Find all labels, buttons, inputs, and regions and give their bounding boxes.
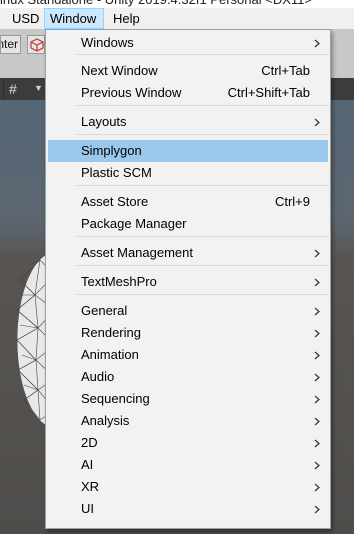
- menu-item-rendering[interactable]: Rendering: [48, 322, 328, 344]
- menu-item-asset-management[interactable]: Asset Management: [48, 242, 328, 264]
- menu-item-label: Previous Window: [81, 85, 182, 100]
- chevron-right-icon: [314, 278, 320, 287]
- menu-window[interactable]: Window: [44, 8, 104, 29]
- menu-item-label: TextMeshPro: [81, 274, 157, 289]
- grid-snap-icon[interactable]: #: [9, 81, 17, 97]
- menu-item-ai[interactable]: AI: [48, 454, 328, 476]
- window-title: inux Standalone - Unity 2019.4.32f1 Pers…: [0, 0, 312, 8]
- menu-item-label: Rendering: [81, 325, 141, 340]
- chevron-right-icon: [314, 351, 320, 360]
- menu-separator: [77, 185, 329, 186]
- menu-item-label: Simplygon: [81, 143, 142, 158]
- menu-item-sequencing[interactable]: Sequencing: [48, 388, 328, 410]
- menu-item-label: Audio: [81, 369, 115, 384]
- menu-item-windows[interactable]: Windows: [48, 32, 328, 54]
- menu-item-ui[interactable]: UI: [48, 498, 328, 520]
- chevron-right-icon: [314, 118, 320, 127]
- window-title-bar: inux Standalone - Unity 2019.4.32f1 Pers…: [0, 0, 354, 8]
- chevron-down-icon[interactable]: ▼: [34, 83, 43, 93]
- menu-separator: [77, 294, 329, 295]
- chevron-right-icon: [314, 307, 320, 316]
- menu-item-plastic-scm[interactable]: Plastic SCM: [48, 162, 328, 184]
- chevron-right-icon: [314, 395, 320, 404]
- menu-item-shortcut: Ctrl+Tab: [261, 63, 310, 78]
- chevron-right-icon: [314, 439, 320, 448]
- menu-bar: USD Window Help: [0, 8, 354, 29]
- menu-item-2d[interactable]: 2D: [48, 432, 328, 454]
- menu-item-asset-store[interactable]: Asset Store Ctrl+9: [48, 191, 328, 213]
- chevron-right-icon: [314, 505, 320, 514]
- menu-item-xr[interactable]: XR: [48, 476, 328, 498]
- menu-separator: [77, 134, 329, 135]
- menu-item-label: Analysis: [81, 413, 130, 428]
- menu-item-label: Plastic SCM: [81, 165, 152, 180]
- menu-item-label: General: [81, 303, 128, 318]
- menu-item-textmeshpro[interactable]: TextMeshPro: [48, 271, 328, 293]
- pivot-toggle-button[interactable]: nter: [0, 35, 21, 54]
- chevron-right-icon: [314, 417, 320, 426]
- chevron-right-icon: [314, 461, 320, 470]
- menu-item-label: Sequencing: [81, 391, 150, 406]
- menu-usd[interactable]: USD: [6, 8, 45, 29]
- menu-item-animation[interactable]: Animation: [48, 344, 328, 366]
- menu-item-audio[interactable]: Audio: [48, 366, 328, 388]
- menu-separator: [77, 236, 329, 237]
- menu-item-label: 2D: [81, 435, 98, 450]
- menu-item-label: Layouts: [81, 114, 127, 129]
- menu-item-next-window[interactable]: Next Window Ctrl+Tab: [48, 60, 328, 82]
- menu-item-label: Asset Management: [81, 245, 194, 260]
- menu-item-label: Next Window: [81, 63, 158, 78]
- chevron-right-icon: [314, 373, 320, 382]
- cube-icon: [30, 38, 44, 52]
- menu-item-label: UI: [81, 501, 94, 516]
- menu-help[interactable]: Help: [107, 8, 146, 29]
- chevron-right-icon: [314, 483, 320, 492]
- menu-item-label: Package Manager: [81, 216, 187, 231]
- chevron-right-icon: [314, 249, 320, 258]
- menu-item-shortcut: Ctrl+Shift+Tab: [227, 85, 310, 100]
- menu-item-analysis[interactable]: Analysis: [48, 410, 328, 432]
- menu-item-simplygon[interactable]: Simplygon: [48, 140, 328, 162]
- menu-item-label: Asset Store: [81, 194, 149, 209]
- menu-item-general[interactable]: General: [48, 300, 328, 322]
- global-local-toggle-button[interactable]: [27, 35, 45, 54]
- toolbar-divider: [3, 80, 4, 98]
- window-menu-dropdown: Windows Next Window Ctrl+Tab Previous Windo…: [45, 29, 331, 529]
- menu-item-label: Animation: [81, 347, 139, 362]
- menu-separator: [77, 54, 329, 55]
- menu-separator: [77, 265, 329, 266]
- chevron-right-icon: [314, 39, 320, 48]
- chevron-right-icon: [314, 329, 320, 338]
- menu-item-label: AI: [81, 457, 94, 472]
- menu-item-package-manager[interactable]: Package Manager: [48, 213, 328, 235]
- menu-item-previous-window[interactable]: Previous Window Ctrl+Shift+Tab: [48, 82, 328, 104]
- menu-item-label: XR: [81, 479, 100, 494]
- menu-item-layouts[interactable]: Layouts: [48, 111, 328, 133]
- menu-item-label: Windows: [81, 35, 134, 50]
- menu-item-shortcut: Ctrl+9: [274, 194, 310, 209]
- menu-separator: [77, 105, 329, 106]
